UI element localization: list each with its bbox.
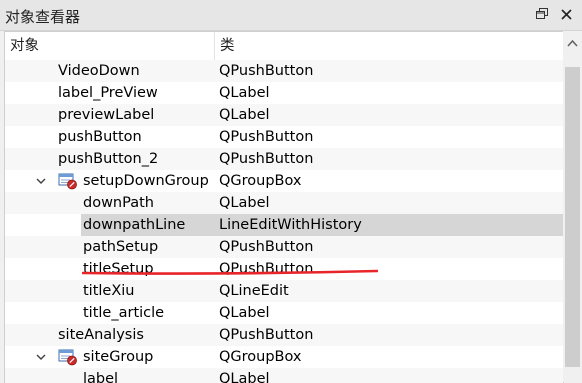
tree-row[interactable]: downpathLine LineEditWithHistory	[5, 214, 563, 236]
object-class: QLabel	[219, 195, 270, 211]
tree-row[interactable]: siteAnalysis QPushButton	[5, 324, 563, 346]
scrollbar-thumb[interactable]	[565, 67, 580, 367]
chevron-down-icon[interactable]	[35, 175, 47, 187]
column-header-class[interactable]: 类	[220, 32, 235, 60]
object-class: QPushButton	[219, 239, 314, 255]
object-name: pushButton	[58, 129, 142, 145]
object-name: label_PreView	[58, 85, 158, 101]
object-class: QPushButton	[219, 63, 314, 79]
object-name: siteGroup	[83, 349, 154, 365]
object-class: QLabel	[219, 107, 270, 123]
tree-header: 对象 类	[5, 32, 563, 61]
object-name: titleXiu	[83, 283, 135, 299]
object-class: LineEditWithHistory	[219, 217, 362, 233]
object-name: downPath	[83, 195, 154, 211]
groupbox-icon	[58, 349, 77, 366]
scroll-up-arrow-icon[interactable]	[567, 39, 578, 47]
tree-row[interactable]: VideoDown QPushButton	[5, 60, 563, 82]
vertical-scrollbar[interactable]	[563, 31, 582, 382]
column-divider[interactable]	[214, 32, 215, 60]
object-class: QLabel	[219, 305, 270, 321]
tree-row[interactable]: previewLabel QLabel	[5, 104, 563, 126]
object-class: QGroupBox	[219, 173, 302, 189]
object-name: downpathLine	[83, 217, 186, 233]
title-bar: 对象查看器	[0, 0, 582, 31]
object-name: pathSetup	[83, 239, 159, 255]
tree-row[interactable]: pushButton QPushButton	[5, 126, 563, 148]
object-name: title_article	[83, 305, 165, 321]
tree-row[interactable]: siteGroup QGroupBox	[5, 346, 563, 368]
object-name: VideoDown	[58, 63, 140, 79]
object-class: QPushButton	[219, 129, 314, 145]
object-class: QLabel	[219, 371, 270, 383]
object-class: QPushButton	[219, 327, 314, 343]
close-icon[interactable]	[558, 6, 574, 22]
window-title: 对象查看器	[5, 8, 81, 26]
tree-row[interactable]: setupDownGroup QGroupBox	[5, 170, 563, 192]
object-class: QPushButton	[219, 151, 314, 167]
object-name: previewLabel	[58, 107, 155, 123]
tree-row[interactable]: title_article QLabel	[5, 302, 563, 324]
object-name: siteAnalysis	[58, 327, 144, 343]
object-class: QLineEdit	[219, 283, 289, 299]
object-class: QGroupBox	[219, 349, 302, 365]
column-header-object[interactable]: 对象	[10, 32, 39, 60]
object-class: QLabel	[219, 85, 270, 101]
groupbox-icon	[58, 173, 77, 190]
object-name: setupDownGroup	[83, 173, 209, 189]
object-name: pushButton_2	[58, 151, 159, 167]
tree-row[interactable]: label_PreView QLabel	[5, 82, 563, 104]
object-tree[interactable]: 对象 类 VideoDown QPushButton label_PreView QL…	[4, 31, 564, 383]
tree-row[interactable]: titleXiu QLineEdit	[5, 280, 563, 302]
red-underline-annotation	[82, 269, 378, 275]
tree-row[interactable]: downPath QLabel	[5, 192, 563, 214]
tree-row[interactable]: pathSetup QPushButton	[5, 236, 563, 258]
restore-icon[interactable]	[534, 6, 550, 22]
tree-row[interactable]: label QLabel	[5, 368, 563, 383]
object-name: label	[83, 371, 119, 383]
chevron-down-icon[interactable]	[35, 351, 47, 363]
tree-row[interactable]: pushButton_2 QPushButton	[5, 148, 563, 170]
